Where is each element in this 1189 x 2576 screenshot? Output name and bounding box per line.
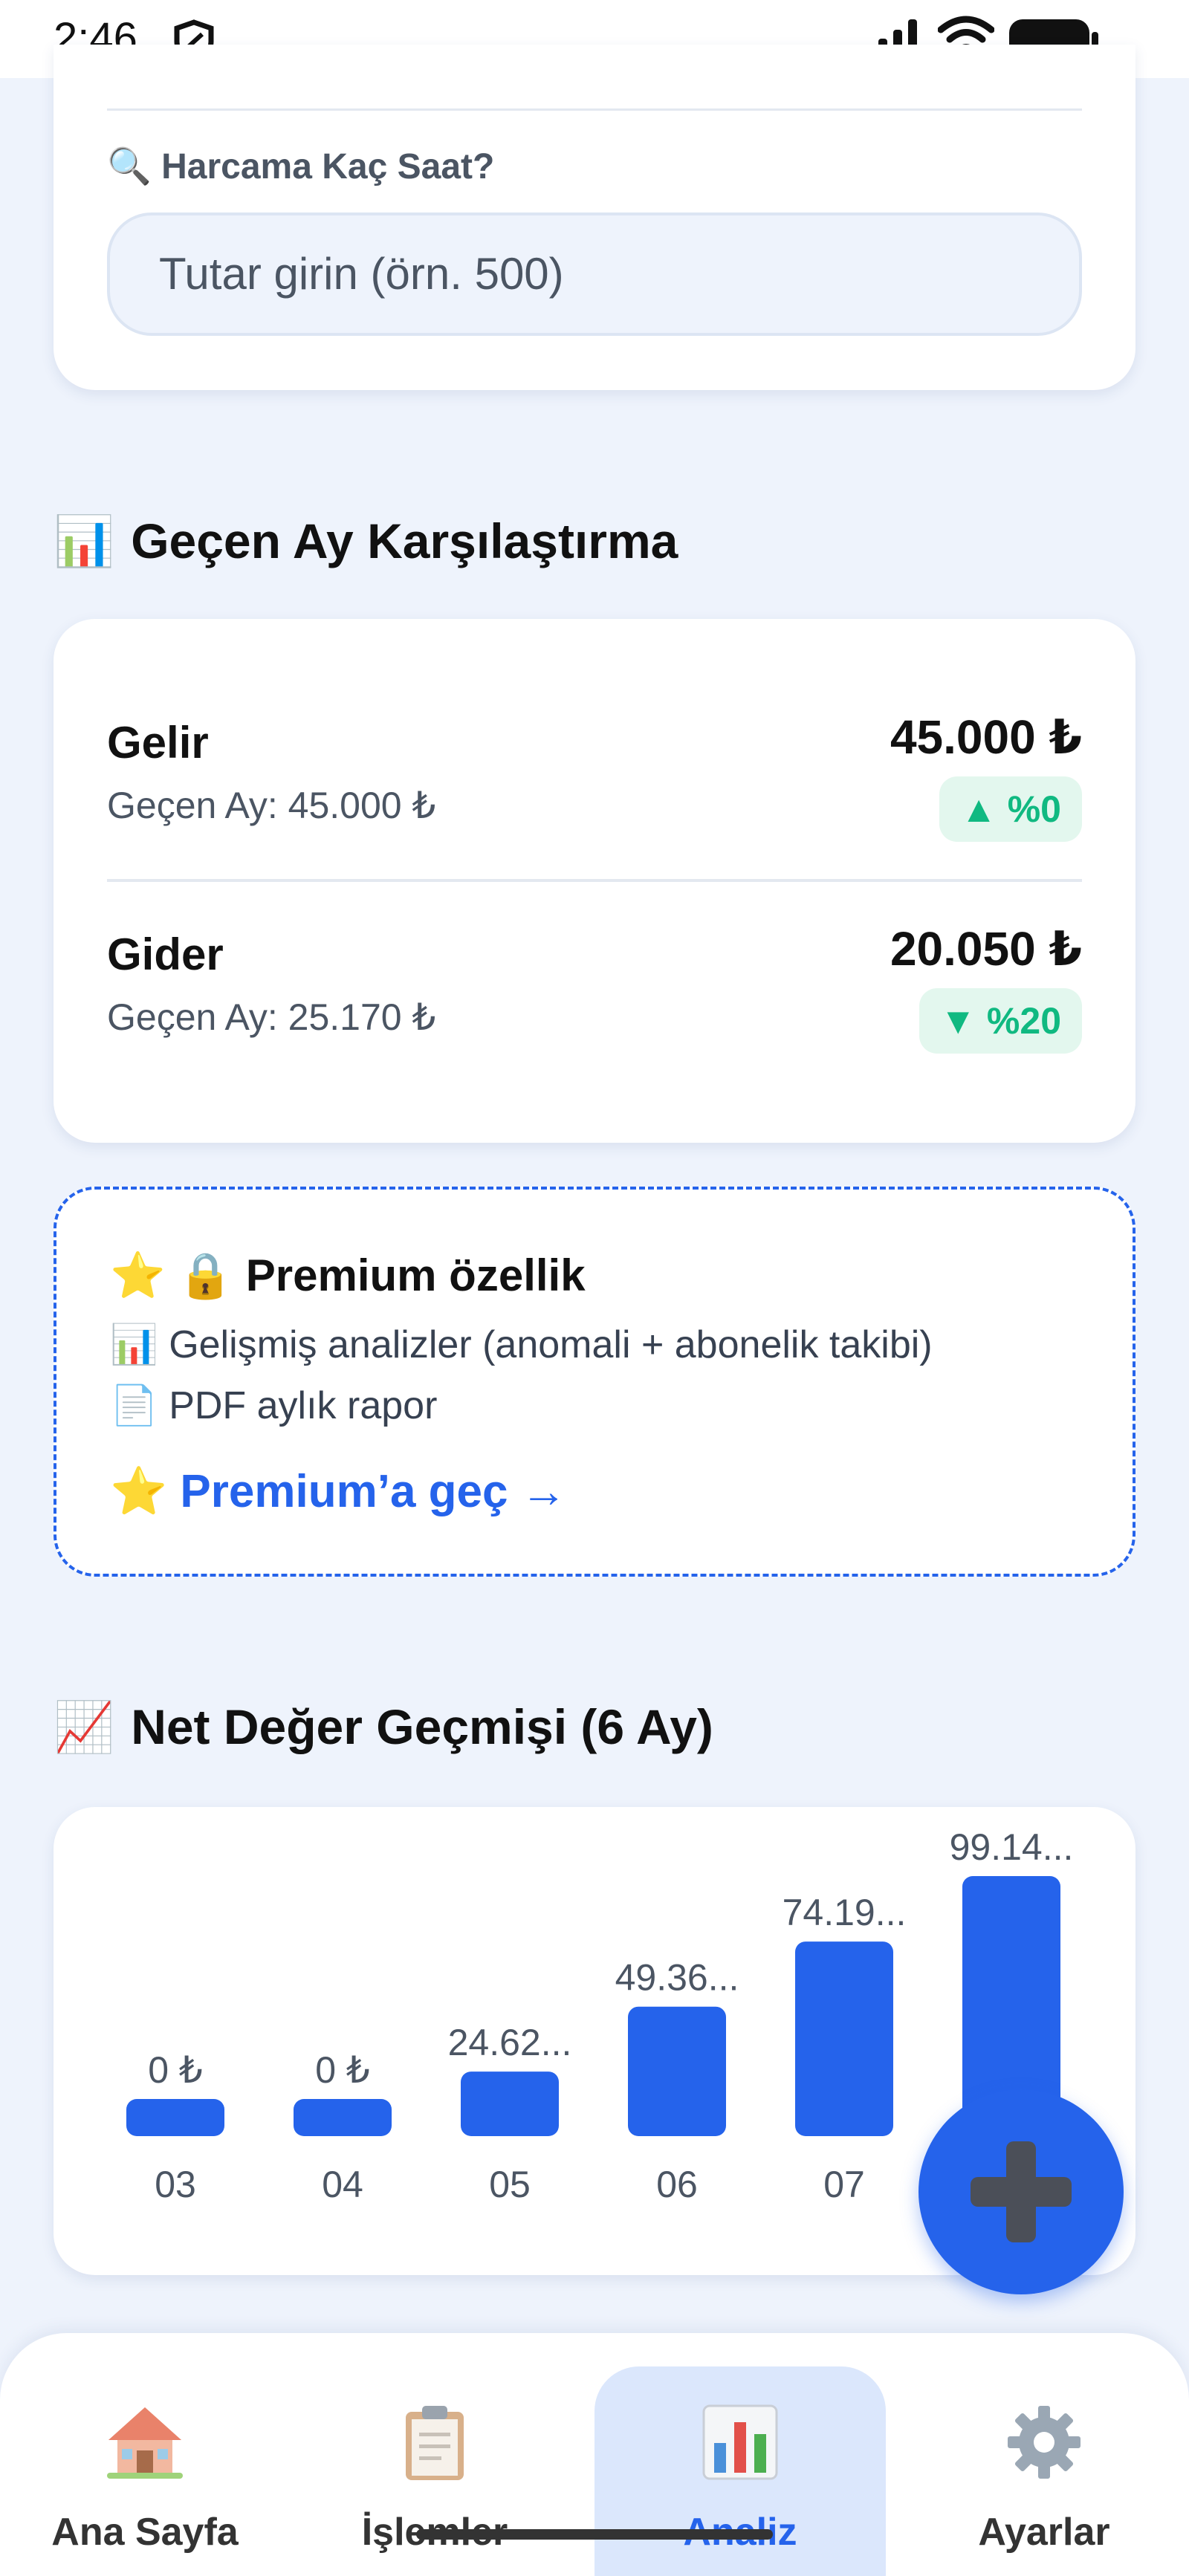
trend-up-icon: 📈 bbox=[54, 1699, 115, 1754]
divider bbox=[107, 879, 1082, 882]
clipboard-icon bbox=[406, 2406, 464, 2480]
bar-07 bbox=[795, 1941, 893, 2136]
comparison-card: Gelir Geçen Ay: 45.000 ₺ 45.000 ₺ ▲ %0 G… bbox=[54, 619, 1135, 1143]
hours-card: 🔍 Harcama Kaç Saat? Tutar girin (örn. 50… bbox=[54, 45, 1135, 390]
amount-input[interactable]: Tutar girin (örn. 500) bbox=[107, 212, 1082, 336]
hours-label-text: Harcama Kaç Saat? bbox=[161, 147, 495, 186]
nav-label: Ayarlar bbox=[978, 2511, 1110, 2554]
change-badge: ▲ %0 bbox=[939, 776, 1082, 842]
nav-item-settings[interactable]: Ayarlar bbox=[929, 2333, 1159, 2576]
row-name: Gelir bbox=[107, 718, 209, 768]
home-indicator bbox=[416, 2529, 773, 2540]
search-icon: 🔍 bbox=[107, 147, 152, 186]
premium-feature: 📄 PDF aylık rapor bbox=[110, 1384, 438, 1427]
bar-06 bbox=[628, 2006, 726, 2136]
tick-label: 03 bbox=[155, 2164, 196, 2205]
premium-card[interactable]: ⭐ 🔒 Premium özellik 📊 Gelişmiş analizler… bbox=[54, 1187, 1135, 1577]
row-value: 45.000 ₺ bbox=[890, 710, 1082, 764]
add-transaction-button[interactable] bbox=[919, 2089, 1124, 2294]
data-label: 0 ₺ bbox=[315, 2049, 370, 2091]
premium-cta-link[interactable]: ⭐ Premium’a geç → bbox=[110, 1464, 567, 1519]
comparison-row-income: Gelir Geçen Ay: 45.000 ₺ 45.000 ₺ ▲ %0 bbox=[107, 710, 1082, 880]
tick-label: 06 bbox=[656, 2164, 698, 2205]
row-previous: Geçen Ay: 45.000 ₺ bbox=[107, 785, 436, 826]
divider bbox=[107, 108, 1082, 111]
premium-title: ⭐ 🔒 Premium özellik bbox=[110, 1250, 586, 1300]
bar-05 bbox=[461, 2071, 559, 2136]
bar-04 bbox=[294, 2099, 392, 2136]
comparison-title: 📊 Geçen Ay Karşılaştırma bbox=[54, 513, 678, 571]
gear-icon bbox=[1008, 2406, 1081, 2479]
change-badge: ▼ %20 bbox=[919, 988, 1082, 1054]
data-label: 24.62... bbox=[448, 2022, 572, 2063]
premium-feature: 📊 Gelişmiş analizler (anomali + abonelik… bbox=[110, 1323, 933, 1366]
tick-label: 05 bbox=[489, 2164, 531, 2205]
data-label: 74.19... bbox=[783, 1892, 907, 1933]
comparison-row-expense: Gider Geçen Ay: 25.170 ₺ 20.050 ₺ ▼ %20 bbox=[107, 921, 1082, 1092]
row-name: Gider bbox=[107, 929, 224, 979]
hours-label: 🔍 Harcama Kaç Saat? bbox=[107, 145, 494, 187]
data-label: 49.36... bbox=[615, 1957, 739, 1999]
row-previous: Geçen Ay: 25.170 ₺ bbox=[107, 996, 436, 1038]
home-icon bbox=[107, 2407, 183, 2479]
comparison-title-text: Geçen Ay Karşılaştırma bbox=[131, 513, 678, 568]
tick-label: 04 bbox=[322, 2164, 363, 2205]
data-label: 0 ₺ bbox=[148, 2049, 203, 2091]
nav-item-home[interactable]: Ana Sayfa bbox=[30, 2333, 260, 2576]
nav-label: Ana Sayfa bbox=[51, 2511, 239, 2554]
tick-label: 07 bbox=[823, 2164, 865, 2205]
net-worth-title-text: Net Değer Geçmişi (6 Ay) bbox=[131, 1699, 713, 1754]
row-value: 20.050 ₺ bbox=[890, 922, 1082, 976]
net-worth-title: 📈 Net Değer Geçmişi (6 Ay) bbox=[54, 1699, 713, 1756]
bar-chart-icon bbox=[702, 2404, 778, 2480]
data-label: 99.14... bbox=[950, 1826, 1074, 1868]
bar-chart-icon: 📊 bbox=[54, 513, 115, 568]
plus-icon bbox=[1006, 2141, 1036, 2242]
bar-03 bbox=[126, 2099, 224, 2136]
